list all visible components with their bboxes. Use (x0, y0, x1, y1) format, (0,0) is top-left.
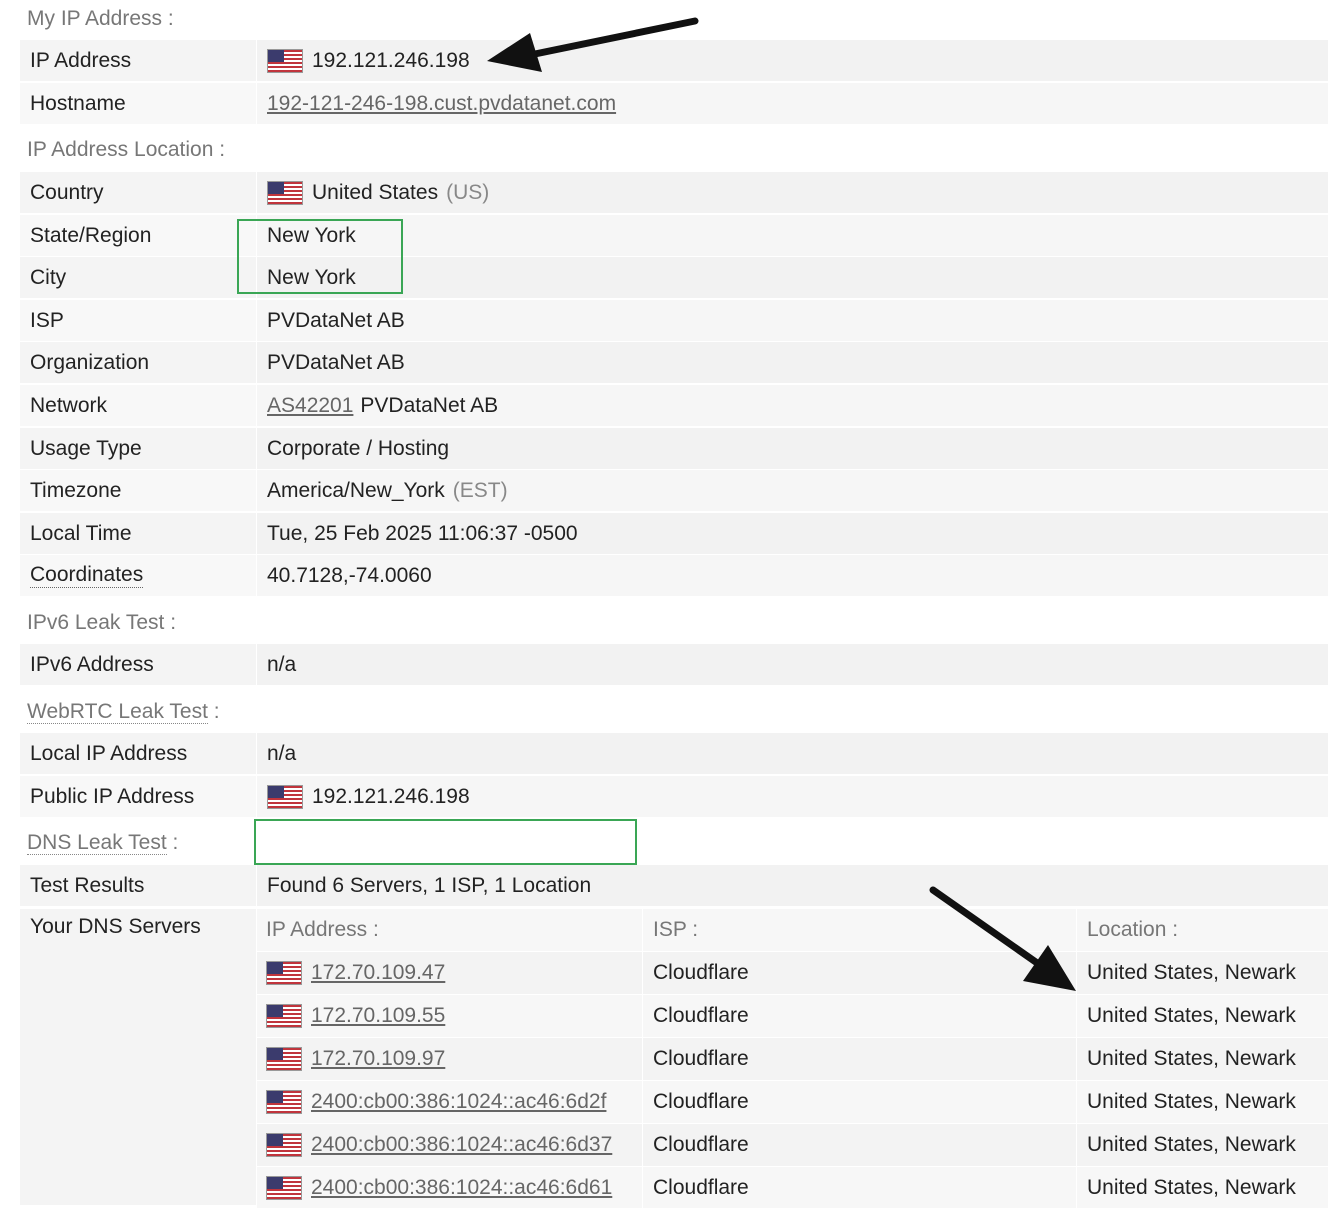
annotation-arrows (487, 17, 1076, 991)
arrow-to-location-icon (929, 886, 1076, 991)
arrow-to-ip-icon (487, 17, 699, 72)
